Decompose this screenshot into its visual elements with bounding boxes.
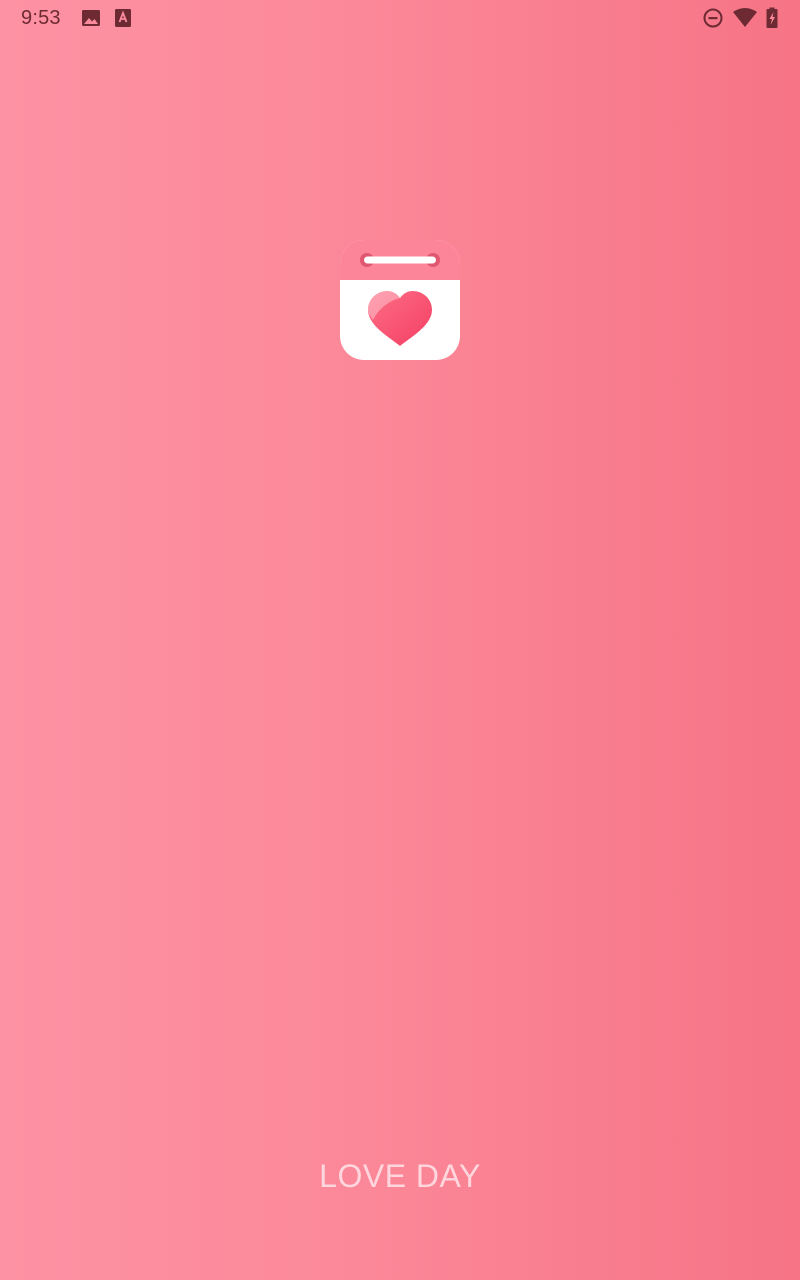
do-not-disturb-icon bbox=[703, 8, 723, 28]
battery-charging-icon bbox=[766, 7, 778, 28]
app-name: LOVE DAY bbox=[319, 1158, 481, 1194]
image-icon bbox=[82, 10, 100, 26]
wifi-icon bbox=[733, 8, 757, 27]
calendar-heart-icon bbox=[340, 240, 460, 360]
text-a-icon bbox=[115, 9, 131, 27]
status-time: 9:53 bbox=[21, 7, 61, 29]
status-bar: 9:53 bbox=[0, 0, 800, 36]
